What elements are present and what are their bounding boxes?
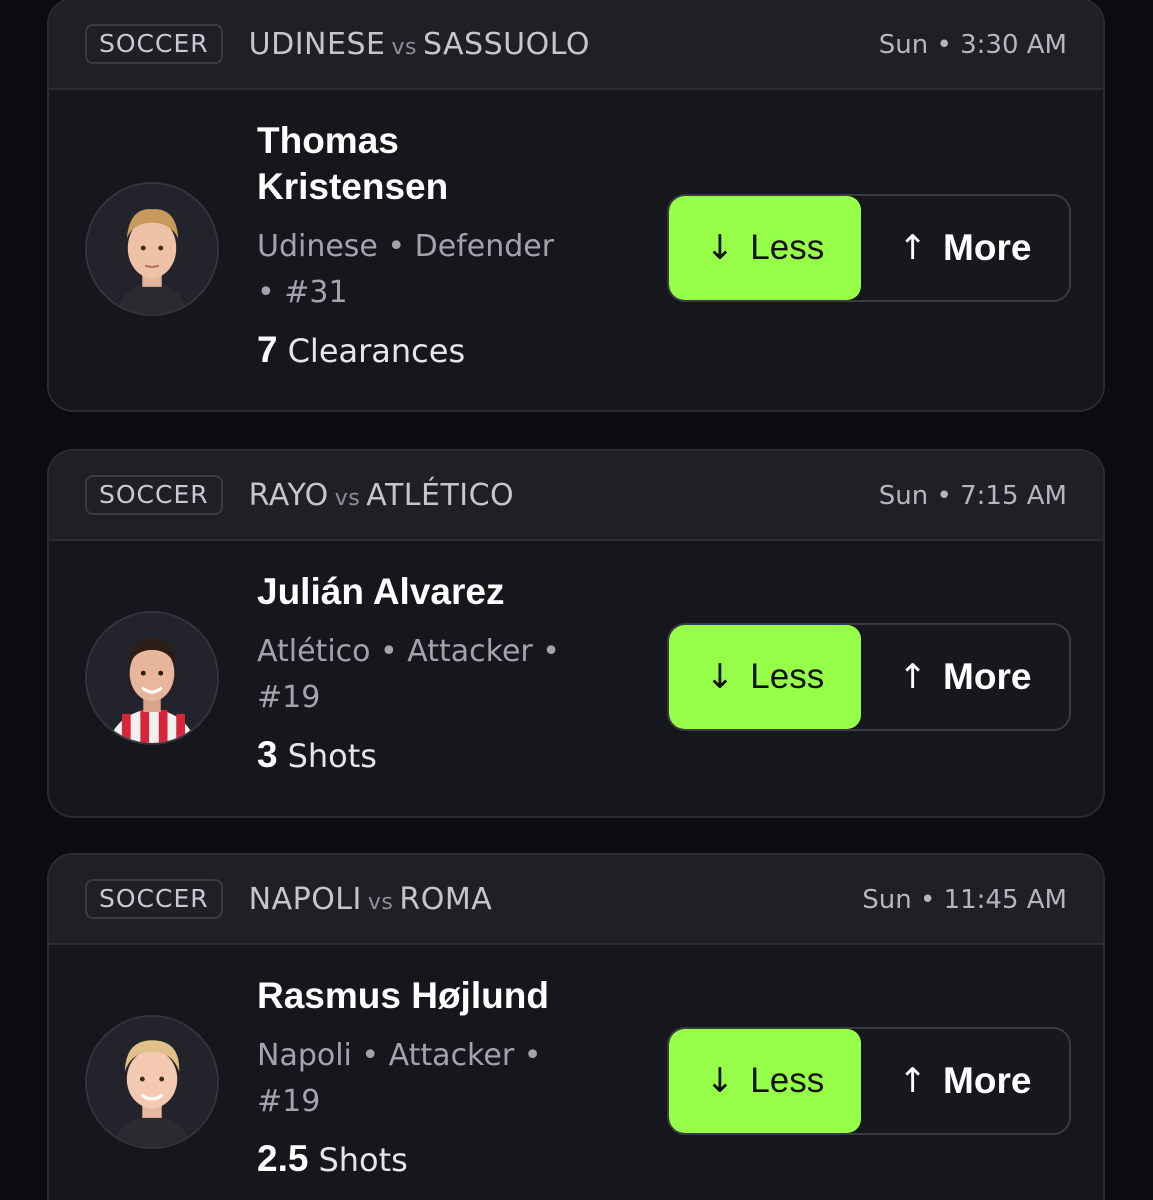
- stat-value: 7: [257, 329, 278, 370]
- player-headshot-icon: [87, 184, 217, 314]
- player-name-line: Julián Alvarez: [257, 571, 505, 612]
- player-meta: Atlético • Attacker • #19: [257, 629, 597, 721]
- matchup: RAYO vs ATLÉTICO: [249, 478, 515, 513]
- player-meta-line: Udinese • Defender: [257, 229, 555, 264]
- card-header: SOCCER RAYO vs ATLÉTICO Sun • 7:15 AM: [49, 451, 1103, 541]
- player-headshot-icon: [87, 613, 217, 743]
- more-button[interactable]: ↑ More: [861, 625, 1069, 729]
- projection-card: SOCCER UDINESEvsSASSUOLO Sun • 3:30 AM: [47, 0, 1105, 412]
- matchup: UDINESE vs SASSUOLO: [249, 27, 590, 62]
- player-meta-line: Napoli • Attacker •: [257, 1038, 542, 1073]
- sport-badge: SOCCER: [85, 879, 223, 919]
- card-header: SOCCER UDINESE vs SASSUOLO Sun • 3:30 AM: [49, 0, 1103, 90]
- projection-card: SOCCER NAPOLI vs ROMA Sun • 11:45 AM Ras…: [47, 853, 1105, 1200]
- player-avatar: [85, 182, 219, 316]
- player-meta-line: #19: [257, 1084, 321, 1119]
- game-time: Sun • 7:15 AM: [878, 481, 1067, 511]
- less-button[interactable]: ↓ Less: [669, 625, 861, 729]
- less-label: Less: [750, 228, 825, 267]
- pick-toggle: ↓ Less ↑ More: [667, 194, 1071, 302]
- player-meta: Napoli • Attacker • #19: [257, 1033, 597, 1125]
- team-away: ATLÉTICO: [366, 477, 515, 513]
- arrow-up-icon: ↑: [898, 657, 928, 697]
- player-name-line: Rasmus Højlund: [257, 975, 549, 1016]
- player-name-line: Thomas: [257, 120, 399, 161]
- vs-label: vs: [334, 485, 361, 511]
- less-button[interactable]: ↓ Less: [669, 196, 861, 300]
- pick-toggle: ↓ Less ↑ More: [667, 623, 1071, 731]
- less-button[interactable]: ↓ Less: [669, 1029, 861, 1133]
- team-home: NAPOLI: [248, 881, 362, 917]
- player-headshot-icon: [87, 1017, 217, 1147]
- game-time: Sun • 3:30 AM: [878, 30, 1067, 60]
- player-meta-line: #19: [257, 680, 321, 715]
- player-name-line: Kristensen: [257, 166, 449, 207]
- projection-card: SOCCER RAYO vs ATLÉTICO Sun • 7:15 AM Ju…: [47, 449, 1105, 818]
- player-meta-line: • #31: [257, 275, 348, 310]
- player-avatar: [85, 611, 219, 745]
- stat-value: 2.5: [257, 1138, 309, 1179]
- arrow-down-icon: ↓: [705, 228, 735, 268]
- stat-label: Shots: [287, 737, 377, 775]
- arrow-up-icon: ↑: [898, 228, 928, 268]
- sport-badge: SOCCER: [85, 475, 223, 515]
- game-time: Sun • 11:45 AM: [862, 885, 1067, 915]
- player-name: Julián Alvarez: [257, 569, 597, 615]
- less-label: Less: [750, 657, 825, 696]
- player-meta-line: Atlético • Attacker •: [257, 634, 560, 669]
- player-name: Rasmus Højlund: [257, 973, 597, 1019]
- player-avatar: [85, 1015, 219, 1149]
- pick-toggle: ↓ Less ↑ More: [667, 1027, 1071, 1135]
- player-info: Rasmus Højlund Napoli • Attacker • #19 2…: [257, 973, 597, 1182]
- stat-label: Clearances: [287, 332, 466, 370]
- team-home: UDINESE: [248, 26, 386, 62]
- stat-line: 2.5 Shots: [257, 1137, 597, 1182]
- arrow-down-icon: ↓: [705, 657, 735, 697]
- more-label: More: [943, 1060, 1032, 1101]
- player-name: Thomas Kristensen: [257, 118, 597, 210]
- vs-label: vs: [391, 34, 417, 60]
- more-button[interactable]: ↑ More: [861, 1029, 1069, 1133]
- more-button[interactable]: ↑ More: [861, 196, 1069, 300]
- stat-value: 3: [257, 734, 278, 775]
- stat-line: 3 Shots: [257, 733, 597, 778]
- matchup: NAPOLI vs ROMA: [249, 882, 493, 917]
- team-home: RAYO: [248, 477, 329, 513]
- team-away: SASSUOLO: [422, 26, 590, 62]
- stat-label: Shots: [318, 1141, 408, 1179]
- sport-badge: SOCCER: [85, 24, 223, 64]
- team-away: ROMA: [399, 881, 493, 917]
- projection-feed: SOCCER UDINESEvsSASSUOLO Sun • 3:30 AM: [0, 0, 1153, 1200]
- player-info: Thomas Kristensen Udinese • Defender • #…: [257, 118, 597, 373]
- less-label: Less: [750, 1061, 825, 1100]
- card-header: SOCCER NAPOLI vs ROMA Sun • 11:45 AM: [49, 855, 1103, 945]
- arrow-up-icon: ↑: [898, 1061, 928, 1101]
- arrow-down-icon: ↓: [705, 1061, 735, 1101]
- stat-line: 7 Clearances: [257, 328, 597, 373]
- vs-label: vs: [367, 889, 394, 915]
- player-info: Julián Alvarez Atlético • Attacker • #19…: [257, 569, 597, 778]
- more-label: More: [943, 227, 1032, 268]
- more-label: More: [943, 656, 1032, 697]
- player-meta: Udinese • Defender • #31: [257, 224, 597, 316]
